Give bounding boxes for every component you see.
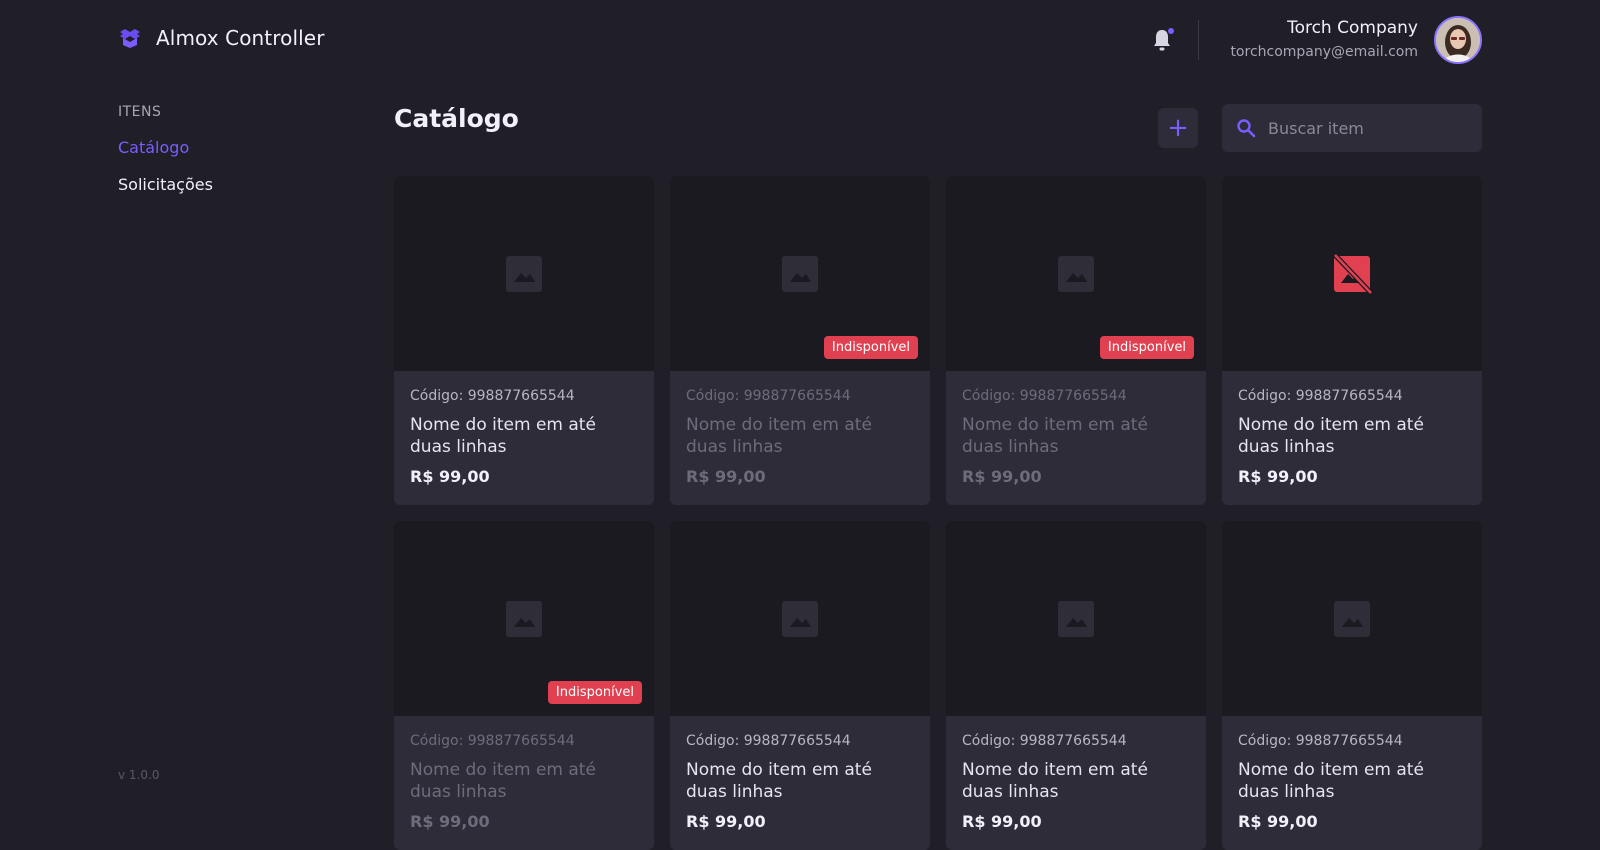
- card-body: Código: 998877665544 Nome do item em até …: [1222, 371, 1482, 486]
- product-card[interactable]: Código: 998877665544 Nome do item em até …: [1222, 521, 1482, 850]
- user-name: Torch Company: [1287, 18, 1418, 38]
- image-placeholder-icon: [1058, 255, 1094, 292]
- card-price: R$ 99,00: [1238, 467, 1318, 486]
- card-image: [1222, 176, 1482, 371]
- product-card[interactable]: Indisponível Código: 998877665544 Nome do …: [670, 176, 930, 505]
- image-placeholder-icon: [782, 255, 818, 292]
- search-box[interactable]: [1222, 104, 1482, 152]
- card-name: Nome do item em até duas linhas: [686, 760, 872, 802]
- card-code: Código: 998877665544: [1238, 733, 1403, 749]
- card-price: R$ 99,00: [962, 467, 1042, 486]
- card-image: Indisponível: [670, 176, 930, 371]
- notification-dot: [1168, 28, 1174, 34]
- card-image: [670, 521, 930, 716]
- card-code: Código: 998877665544: [962, 733, 1127, 749]
- card-price: R$ 99,00: [686, 812, 766, 831]
- product-card[interactable]: Código: 998877665544 Nome do item em até …: [946, 521, 1206, 850]
- card-body: Código: 998877665544 Nome do item em até …: [394, 371, 654, 486]
- user-email: torchcompany@email.com: [1230, 44, 1418, 60]
- app-logo[interactable]: Almox Controller: [118, 26, 325, 50]
- header-divider: [1198, 20, 1199, 60]
- box-logo-icon: [120, 29, 140, 48]
- image-placeholder-icon: [782, 600, 818, 637]
- card-body: Código: 998877665544 Nome do item em até …: [670, 716, 930, 831]
- card-body: Código: 998877665544 Nome do item em até …: [1222, 716, 1482, 831]
- app-header: Almox Controller Torch Company torchcomp…: [0, 0, 1600, 80]
- product-card[interactable]: Código: 998877665544 Nome do item em até …: [394, 176, 654, 505]
- catalog-grid: Código: 998877665544 Nome do item em até …: [394, 176, 1482, 850]
- card-price: R$ 99,00: [686, 467, 766, 486]
- unavailable-badge: Indisponível: [823, 336, 918, 359]
- card-price: R$ 99,00: [410, 467, 490, 486]
- card-image: [1222, 521, 1482, 716]
- page-title: Catálogo: [394, 104, 519, 133]
- card-image: [946, 521, 1206, 716]
- card-name: Nome do item em até duas linhas: [686, 415, 872, 457]
- add-item-button[interactable]: +: [1158, 108, 1198, 148]
- card-image: [394, 176, 654, 371]
- card-name: Nome do item em até duas linhas: [410, 415, 596, 457]
- card-code: Código: 998877665544: [410, 733, 575, 749]
- app-version: v 1.0.0: [118, 768, 160, 782]
- image-placeholder-icon: [506, 255, 542, 292]
- search-icon: [1237, 119, 1256, 138]
- card-body: Código: 998877665544 Nome do item em até …: [394, 716, 654, 831]
- card-code: Código: 998877665544: [410, 388, 575, 404]
- card-name: Nome do item em até duas linhas: [410, 760, 596, 802]
- card-body: Código: 998877665544 Nome do item em até …: [946, 716, 1206, 831]
- image-placeholder-icon: [1334, 600, 1370, 637]
- product-card[interactable]: Código: 998877665544 Nome do item em até …: [670, 521, 930, 850]
- card-image: Indisponível: [394, 521, 654, 716]
- unavailable-badge: Indisponível: [547, 681, 642, 704]
- image-placeholder-icon: [506, 600, 542, 637]
- card-price: R$ 99,00: [410, 812, 490, 831]
- sidebar-item-solicitacoes[interactable]: Solicitações: [118, 175, 213, 194]
- product-card[interactable]: Indisponível Código: 998877665544 Nome do …: [394, 521, 654, 850]
- card-body: Código: 998877665544 Nome do item em até …: [670, 371, 930, 486]
- image-unavailable-icon: [1333, 252, 1373, 295]
- card-name: Nome do item em até duas linhas: [962, 415, 1148, 457]
- card-price: R$ 99,00: [962, 812, 1042, 831]
- card-code: Código: 998877665544: [962, 388, 1127, 404]
- card-image: Indisponível: [946, 176, 1206, 371]
- user-info[interactable]: Torch Company torchcompany@email.com: [1230, 18, 1418, 60]
- card-code: Código: 998877665544: [1238, 388, 1403, 404]
- sidebar: ITENS Catálogo Solicitações: [118, 104, 213, 194]
- sidebar-item-catalogo[interactable]: Catálogo: [118, 138, 213, 157]
- sidebar-section-items: ITENS: [118, 104, 162, 120]
- unavailable-badge: Indisponível: [1099, 336, 1194, 359]
- card-code: Código: 998877665544: [686, 733, 851, 749]
- app-title: Almox Controller: [156, 26, 325, 50]
- card-body: Código: 998877665544 Nome do item em até …: [946, 371, 1206, 486]
- search-input[interactable]: [1268, 118, 1458, 138]
- avatar-image: [1436, 18, 1480, 62]
- card-name: Nome do item em até duas linhas: [1238, 760, 1424, 802]
- product-card[interactable]: Indisponível Código: 998877665544 Nome do …: [946, 176, 1206, 505]
- card-code: Código: 998877665544: [686, 388, 851, 404]
- card-name: Nome do item em até duas linhas: [962, 760, 1148, 802]
- user-avatar[interactable]: [1434, 16, 1482, 64]
- image-placeholder-icon: [1058, 600, 1094, 637]
- product-card[interactable]: Código: 998877665544 Nome do item em até …: [1222, 176, 1482, 505]
- card-price: R$ 99,00: [1238, 812, 1318, 831]
- card-name: Nome do item em até duas linhas: [1238, 415, 1424, 457]
